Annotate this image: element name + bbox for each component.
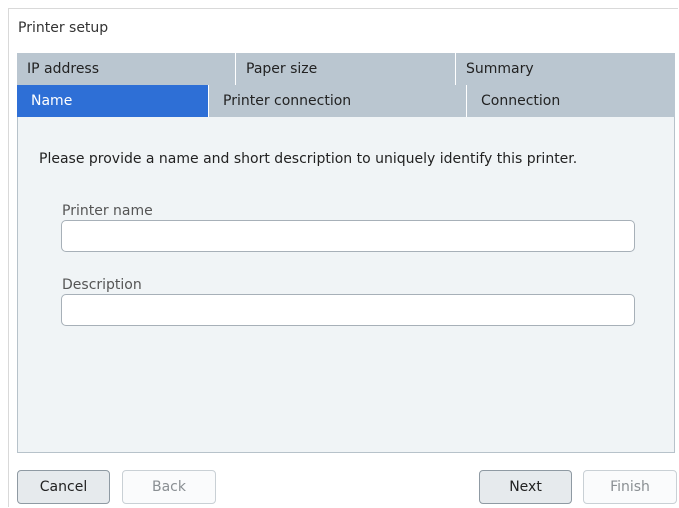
next-button[interactable]: Next [479, 470, 572, 504]
tab-name[interactable]: Name [17, 85, 209, 117]
cancel-button[interactable]: Cancel [17, 470, 110, 504]
tab-summary[interactable]: Summary [456, 53, 675, 85]
tab-row-2: Name Printer connection Connection [17, 85, 675, 117]
back-button[interactable]: Back [122, 470, 216, 504]
window-title: Printer setup [18, 20, 109, 36]
description-label: Description [62, 277, 142, 293]
tab-ip-address[interactable]: IP address [17, 53, 236, 85]
printer-name-label: Printer name [62, 203, 153, 219]
description-input[interactable] [61, 294, 635, 326]
tab-row-1: IP address Paper size Summary [17, 53, 675, 85]
tab-content-panel: Please provide a name and short descript… [17, 117, 675, 453]
tab-paper-size[interactable]: Paper size [236, 53, 456, 85]
finish-button[interactable]: Finish [583, 470, 677, 504]
printer-name-input[interactable] [61, 220, 635, 252]
tab-connection[interactable]: Connection [467, 85, 675, 117]
intro-text: Please provide a name and short descript… [39, 151, 578, 167]
tab-printer-connection[interactable]: Printer connection [209, 85, 467, 117]
